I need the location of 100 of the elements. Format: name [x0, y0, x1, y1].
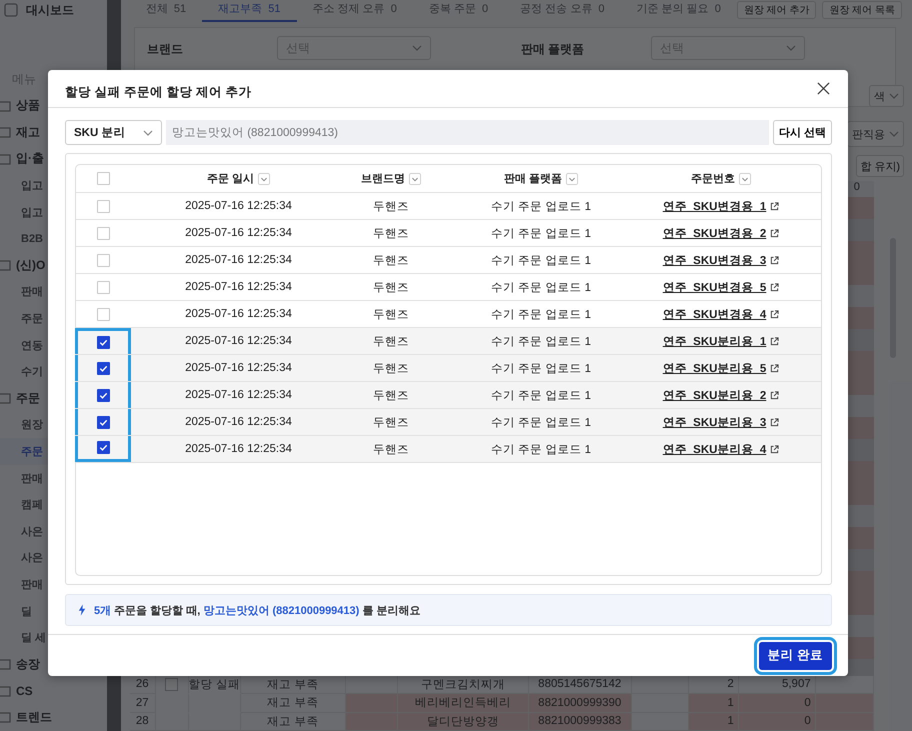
table-cell: 0 [738, 712, 816, 731]
order-link[interactable]: 연주_SKU변경용_4 [662, 306, 766, 322]
external-link-icon[interactable] [770, 418, 780, 426]
external-link-icon[interactable] [770, 364, 780, 372]
sidebar-item[interactable]: 딜 세 [21, 630, 46, 646]
tab[interactable]: 기준 분의 필요 0 [620, 1, 737, 22]
sidebar-item[interactable]: B2B [21, 232, 44, 245]
table-cell-text: 두핸즈 [372, 442, 410, 458]
checkbox[interactable] [96, 416, 110, 428]
sort-select[interactable]: 판직용 [847, 121, 904, 147]
sidebar-item[interactable]: 재고 [16, 124, 40, 141]
order-link[interactable]: 연주_SKU분리용_5 [662, 360, 766, 376]
dropdown-icon[interactable] [566, 172, 578, 184]
table-cell-text: 수기 주문 업로드 1 [490, 254, 592, 268]
sidebar-item[interactable]: 판매 [21, 284, 43, 300]
sidebar-item[interactable]: 딜 [21, 604, 32, 619]
checkbox[interactable] [96, 441, 110, 454]
sidebar-item[interactable]: 상품 [16, 97, 40, 114]
product-field[interactable]: 망고는맛있어 (8821000999413) [166, 120, 769, 145]
order-link[interactable]: 연주_SKU분리용_3 [662, 414, 766, 430]
sidebar-item[interactable]: 수기 [21, 364, 43, 380]
menu-section-icon [0, 98, 11, 113]
sidebar-item[interactable]: 판매 [21, 576, 43, 592]
header-button[interactable]: 원장 제어 목록 [822, 1, 902, 19]
table-cell-text: 2025-07-16 12:25:34 [184, 226, 293, 241]
search-select[interactable]: 색 [869, 85, 904, 107]
sidebar-item[interactable]: 입고 [21, 204, 43, 220]
filter-label: 판매 플랫폼 [520, 41, 586, 58]
tab[interactable]: 전체 51 [130, 1, 202, 22]
table-cell: 28 [130, 712, 156, 731]
sidebar-item[interactable]: CS [16, 684, 33, 698]
mode-select[interactable]: SKU 분리 [65, 120, 162, 145]
sidebar-item[interactable]: 트렌드 [16, 708, 52, 726]
external-link-icon[interactable] [770, 202, 780, 210]
order-link[interactable]: 연주_SKU변경용_5 [662, 280, 766, 294]
chevron-down-icon [412, 45, 422, 51]
order-link[interactable]: 연주_SKU분리용_2 [662, 388, 766, 402]
order-link[interactable]: 연주_SKU분리용_1 [662, 334, 766, 348]
merge-button[interactable]: 합 유지) [856, 155, 904, 177]
dropdown-icon[interactable] [258, 172, 270, 184]
order-link[interactable]: 연주_SKU분리용_4 [662, 442, 766, 456]
external-link-icon[interactable] [770, 444, 780, 454]
close-icon[interactable] [817, 82, 830, 95]
table-cell-text: 수기 주문 업로드 1 [490, 308, 592, 322]
sidebar-item[interactable]: 송장 [16, 656, 40, 673]
table-cell-text: 수기 주문 업로드 1 [490, 334, 592, 350]
sidebar-item[interactable]: 원장 [21, 417, 43, 432]
menu-section-icon [0, 391, 11, 406]
dashboard-icon [4, 3, 18, 17]
table-cell: 8821000999383 [528, 712, 632, 731]
sidebar-item[interactable]: 연동 [21, 338, 43, 353]
chevron-down-icon [143, 130, 153, 136]
table-cell: 베리베리인득베리 [398, 694, 529, 712]
external-link-icon[interactable] [770, 228, 780, 238]
confirm-button[interactable]: 분리 완료 [758, 642, 832, 670]
sidebar-item[interactable]: 입고 [21, 178, 43, 194]
order-link[interactable]: 연주_SKU변경용_1 [662, 198, 766, 214]
external-link-icon[interactable] [770, 256, 780, 264]
table-cell-text: 두핸즈 [372, 226, 410, 242]
external-link-icon[interactable] [770, 390, 780, 400]
tab[interactable]: 공정 전송 오류 0 [504, 1, 621, 22]
sidebar-item[interactable]: 주문 [16, 390, 40, 407]
table-cell-text: 두핸즈 [372, 416, 410, 430]
dropdown-icon[interactable] [409, 172, 421, 184]
dropdown-icon[interactable] [739, 172, 751, 184]
menu-section-icon [0, 125, 11, 140]
sidebar-item[interactable]: 사은 [21, 550, 43, 566]
reselect-button[interactable]: 다시 선택 [772, 120, 832, 145]
external-link-icon[interactable] [770, 282, 780, 292]
filter-label: 브랜드 [146, 41, 184, 58]
checkbox[interactable] [96, 388, 110, 402]
tab[interactable]: 재고부족 51 [202, 1, 296, 22]
table-cell-text: 2025-07-16 12:25:34 [184, 442, 293, 457]
table-cell-text: 수기 주문 업로드 1 [490, 416, 592, 430]
table-cell-text: 두핸즈 [372, 200, 410, 214]
checkbox[interactable] [165, 678, 178, 691]
order-link[interactable]: 연주_SKU변경용_2 [662, 226, 766, 240]
order-link[interactable]: 연주_SKU변경용_3 [662, 252, 766, 268]
tab[interactable]: 주소 정제 오류 0 [296, 1, 413, 22]
column-header: 0 [854, 181, 861, 195]
header-button[interactable]: 원장 제어 추가 [736, 1, 816, 19]
chevron-down-icon [889, 131, 899, 137]
tab[interactable]: 중복 주문 0 [412, 1, 504, 22]
chevron-down-icon [786, 45, 796, 51]
external-link-icon[interactable] [770, 336, 780, 346]
sidebar-item[interactable]: 사은 [21, 524, 43, 539]
sidebar-item[interactable]: 캠페 [21, 497, 43, 512]
external-link-icon[interactable] [770, 310, 780, 318]
sidebar-item[interactable]: (신)O [16, 256, 46, 274]
checkbox[interactable] [96, 362, 110, 374]
table-cell: 1 [688, 712, 739, 731]
sidebar-item[interactable]: 주문 [21, 444, 43, 460]
sidebar-item[interactable]: 입·출 [16, 150, 44, 168]
table-cell-text: 수기 주문 업로드 1 [490, 388, 592, 404]
menu-section-icon [0, 710, 11, 724]
sidebar-item[interactable]: 주문 [21, 311, 43, 326]
checkbox[interactable] [96, 336, 110, 349]
column-header: 주문번호 [691, 172, 735, 186]
sidebar-item[interactable]: 판매 [21, 470, 43, 486]
sidebar-item[interactable]: 대시보드 [26, 2, 74, 18]
